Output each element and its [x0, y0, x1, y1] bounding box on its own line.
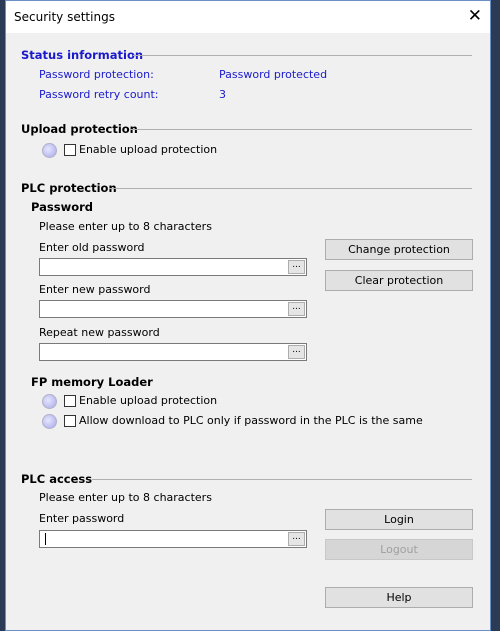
close-icon[interactable]: ✕ — [468, 6, 482, 26]
browse-button[interactable]: ... — [288, 345, 305, 359]
fp-enable-upload-label: Enable upload protection — [79, 394, 218, 407]
browse-button[interactable]: ... — [288, 302, 305, 316]
repeat-password-input[interactable]: ... — [39, 343, 307, 361]
repeat-password-label: Repeat new password — [39, 326, 160, 339]
divider — [133, 55, 472, 56]
new-password-label: Enter new password — [39, 283, 151, 296]
browse-button[interactable]: ... — [288, 260, 305, 274]
divider — [130, 129, 472, 130]
fp-enable-upload-checkbox[interactable] — [64, 395, 76, 407]
fp-allow-download-label: Allow download to PLC only if password i… — [79, 414, 423, 427]
status-led-icon — [42, 394, 57, 409]
upload-protection-label: Enable upload protection — [79, 143, 218, 156]
fp-memory-loader-header: FP memory Loader — [31, 375, 153, 389]
title-bar: Security settings ✕ — [6, 1, 490, 33]
enter-password-label: Enter password — [39, 512, 125, 525]
protection-value: Password protected — [219, 68, 328, 81]
text-cursor — [45, 533, 46, 545]
access-hint: Please enter up to 8 characters — [39, 491, 212, 504]
clear-protection-button[interactable]: Clear protection — [325, 270, 473, 291]
new-password-input[interactable]: ... — [39, 300, 307, 318]
divider — [109, 188, 472, 189]
logout-button: Logout — [325, 539, 473, 560]
old-password-input[interactable]: ... — [39, 258, 307, 276]
protection-label: Password protection: — [39, 68, 154, 81]
password-header: Password — [31, 200, 93, 214]
login-button[interactable]: Login — [325, 509, 473, 530]
retry-label: Password retry count: — [39, 88, 159, 101]
help-button[interactable]: Help — [325, 587, 473, 608]
upload-protection-checkbox[interactable] — [64, 144, 76, 156]
access-password-input[interactable]: ... — [39, 530, 307, 548]
change-protection-button[interactable]: Change protection — [325, 239, 473, 260]
security-settings-dialog: Security settings ✕ Status information P… — [5, 0, 491, 631]
status-led-icon — [42, 143, 57, 158]
plc-access-header: PLC access — [21, 472, 93, 486]
retry-value: 3 — [219, 88, 226, 101]
fp-allow-download-checkbox[interactable] — [64, 415, 76, 427]
status-led-icon — [42, 414, 57, 429]
dialog-title: Security settings — [14, 10, 115, 24]
browse-button[interactable]: ... — [288, 532, 305, 546]
divider — [92, 479, 472, 480]
password-hint: Please enter up to 8 characters — [39, 220, 212, 233]
old-password-label: Enter old password — [39, 241, 145, 254]
status-header: Status information — [21, 48, 144, 62]
upload-header: Upload protection — [21, 122, 138, 136]
plc-protection-header: PLC protection — [21, 181, 117, 195]
